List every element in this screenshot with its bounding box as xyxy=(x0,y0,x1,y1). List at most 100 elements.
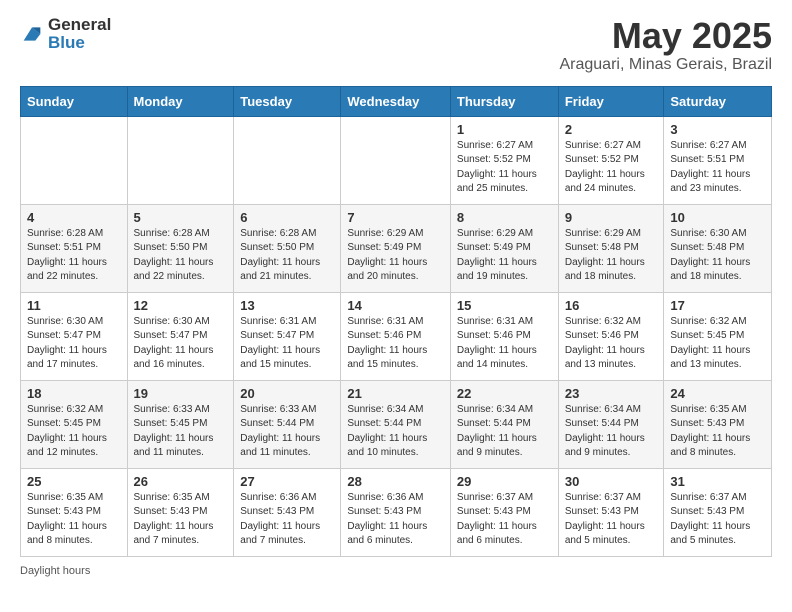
header: General Blue May 2025 Araguari, Minas Ge… xyxy=(20,16,772,74)
day-number: 19 xyxy=(134,386,228,401)
day-number: 14 xyxy=(347,298,444,313)
day-info: Sunrise: 6:29 AM Sunset: 5:49 PM Dayligh… xyxy=(457,227,552,285)
day-info: Sunrise: 6:35 AM Sunset: 5:43 PM Dayligh… xyxy=(670,403,765,461)
day-info: Sunrise: 6:34 AM Sunset: 5:44 PM Dayligh… xyxy=(565,403,658,461)
calendar-cell xyxy=(21,116,128,204)
month-title: May 2025 xyxy=(559,16,772,56)
weekday-header-sunday: Sunday xyxy=(21,86,128,116)
day-number: 20 xyxy=(240,386,334,401)
day-info: Sunrise: 6:29 AM Sunset: 5:49 PM Dayligh… xyxy=(347,227,444,285)
calendar-cell: 25 Sunrise: 6:35 AM Sunset: 5:43 PM Dayli… xyxy=(21,468,128,556)
calendar-cell: 29 Sunrise: 6:37 AM Sunset: 5:43 PM Dayli… xyxy=(450,468,558,556)
calendar-cell: 1 Sunrise: 6:27 AM Sunset: 5:52 PM Daylig… xyxy=(450,116,558,204)
day-info: Sunrise: 6:27 AM Sunset: 5:51 PM Dayligh… xyxy=(670,139,765,197)
day-number: 28 xyxy=(347,474,444,489)
calendar-cell: 21Sunrise: 6:34 AM Sunset: 5:44 PM Dayli… xyxy=(341,380,451,468)
day-number: 18 xyxy=(27,386,121,401)
calendar-cell: 3 Sunrise: 6:27 AM Sunset: 5:51 PM Daylig… xyxy=(664,116,772,204)
calendar-cell: 16 Sunrise: 6:32 AM Sunset: 5:46 PM Dayli… xyxy=(558,292,664,380)
calendar-cell: 8 Sunrise: 6:29 AM Sunset: 5:49 PM Daylig… xyxy=(450,204,558,292)
calendar-cell: 14Sunrise: 6:31 AM Sunset: 5:46 PM Dayli… xyxy=(341,292,451,380)
calendar-week-row: 25 Sunrise: 6:35 AM Sunset: 5:43 PM Dayli… xyxy=(21,468,772,556)
day-number: 6 xyxy=(240,210,334,225)
day-info: Sunrise: 6:28 AM Sunset: 5:50 PM Dayligh… xyxy=(134,227,228,285)
calendar-cell: 15Sunrise: 6:31 AM Sunset: 5:46 PM Dayli… xyxy=(450,292,558,380)
day-number: 7 xyxy=(347,210,444,225)
day-number: 25 xyxy=(27,474,121,489)
day-number: 24 xyxy=(670,386,765,401)
day-info: Sunrise: 6:37 AM Sunset: 5:43 PM Dayligh… xyxy=(457,491,552,549)
day-number: 3 xyxy=(670,122,765,137)
calendar-cell xyxy=(341,116,451,204)
day-number: 9 xyxy=(565,210,658,225)
logo-text-general: General xyxy=(48,15,111,34)
day-number: 17 xyxy=(670,298,765,313)
calendar-cell: 17 Sunrise: 6:32 AM Sunset: 5:45 PM Dayli… xyxy=(664,292,772,380)
calendar-cell: 7 Sunrise: 6:29 AM Sunset: 5:49 PM Daylig… xyxy=(341,204,451,292)
logo: General Blue xyxy=(20,16,111,52)
day-number: 10 xyxy=(670,210,765,225)
calendar-cell: 28Sunrise: 6:36 AM Sunset: 5:43 PM Dayli… xyxy=(341,468,451,556)
day-info: Sunrise: 6:30 AM Sunset: 5:47 PM Dayligh… xyxy=(27,315,121,373)
day-info: Sunrise: 6:30 AM Sunset: 5:48 PM Dayligh… xyxy=(670,227,765,285)
day-info: Sunrise: 6:32 AM Sunset: 5:46 PM Dayligh… xyxy=(565,315,658,373)
day-number: 8 xyxy=(457,210,552,225)
calendar-cell xyxy=(234,116,341,204)
calendar-week-row: 11 Sunrise: 6:30 AM Sunset: 5:47 PM Dayli… xyxy=(21,292,772,380)
day-info: Sunrise: 6:34 AM Sunset: 5:44 PM Dayligh… xyxy=(347,403,444,461)
calendar-cell: 10 Sunrise: 6:30 AM Sunset: 5:48 PM Dayli… xyxy=(664,204,772,292)
day-info: Sunrise: 6:29 AM Sunset: 5:48 PM Dayligh… xyxy=(565,227,658,285)
calendar-cell: 24 Sunrise: 6:35 AM Sunset: 5:43 PM Dayli… xyxy=(664,380,772,468)
calendar-cell: 11 Sunrise: 6:30 AM Sunset: 5:47 PM Dayli… xyxy=(21,292,128,380)
day-info: Sunrise: 6:34 AM Sunset: 5:44 PM Dayligh… xyxy=(457,403,552,461)
calendar-week-row: 1 Sunrise: 6:27 AM Sunset: 5:52 PM Daylig… xyxy=(21,116,772,204)
weekday-header-monday: Monday xyxy=(127,86,234,116)
day-info: Sunrise: 6:37 AM Sunset: 5:43 PM Dayligh… xyxy=(670,491,765,549)
calendar-cell: 27 Sunrise: 6:36 AM Sunset: 5:43 PM Dayli… xyxy=(234,468,341,556)
day-info: Sunrise: 6:32 AM Sunset: 5:45 PM Dayligh… xyxy=(27,403,121,461)
day-info: Sunrise: 6:33 AM Sunset: 5:45 PM Dayligh… xyxy=(134,403,228,461)
calendar-cell: 22 Sunrise: 6:34 AM Sunset: 5:44 PM Dayli… xyxy=(450,380,558,468)
day-info: Sunrise: 6:33 AM Sunset: 5:44 PM Dayligh… xyxy=(240,403,334,461)
weekday-header-row: SundayMondayTuesdayWednesdayThursdayFrid… xyxy=(21,86,772,116)
day-info: Sunrise: 6:35 AM Sunset: 5:43 PM Dayligh… xyxy=(27,491,121,549)
day-number: 12 xyxy=(134,298,228,313)
calendar-week-row: 4 Sunrise: 6:28 AM Sunset: 5:51 PM Daylig… xyxy=(21,204,772,292)
calendar-cell: 12 Sunrise: 6:30 AM Sunset: 5:47 PM Dayli… xyxy=(127,292,234,380)
calendar-cell: 5 Sunrise: 6:28 AM Sunset: 5:50 PM Daylig… xyxy=(127,204,234,292)
day-number: 11 xyxy=(27,298,121,313)
day-info: Sunrise: 6:28 AM Sunset: 5:50 PM Dayligh… xyxy=(240,227,334,285)
day-info: Sunrise: 6:27 AM Sunset: 5:52 PM Dayligh… xyxy=(565,139,658,197)
day-info: Sunrise: 6:31 AM Sunset: 5:46 PM Dayligh… xyxy=(457,315,552,373)
day-number: 1 xyxy=(457,122,552,137)
day-info: Sunrise: 6:27 AM Sunset: 5:52 PM Dayligh… xyxy=(457,139,552,197)
calendar-cell: 13 Sunrise: 6:31 AM Sunset: 5:47 PM Dayli… xyxy=(234,292,341,380)
day-info: Sunrise: 6:28 AM Sunset: 5:51 PM Dayligh… xyxy=(27,227,121,285)
weekday-header-thursday: Thursday xyxy=(450,86,558,116)
weekday-header-tuesday: Tuesday xyxy=(234,86,341,116)
calendar-cell: 4 Sunrise: 6:28 AM Sunset: 5:51 PM Daylig… xyxy=(21,204,128,292)
day-info: Sunrise: 6:30 AM Sunset: 5:47 PM Dayligh… xyxy=(134,315,228,373)
day-info: Sunrise: 6:37 AM Sunset: 5:43 PM Dayligh… xyxy=(565,491,658,549)
day-number: 22 xyxy=(457,386,552,401)
calendar-cell: 23 Sunrise: 6:34 AM Sunset: 5:44 PM Dayli… xyxy=(558,380,664,468)
calendar-cell: 18 Sunrise: 6:32 AM Sunset: 5:45 PM Dayli… xyxy=(21,380,128,468)
day-number: 5 xyxy=(134,210,228,225)
day-number: 29 xyxy=(457,474,552,489)
calendar-cell xyxy=(127,116,234,204)
day-number: 16 xyxy=(565,298,658,313)
day-info: Sunrise: 6:36 AM Sunset: 5:43 PM Dayligh… xyxy=(240,491,334,549)
calendar-cell: 26Sunrise: 6:35 AM Sunset: 5:43 PM Dayli… xyxy=(127,468,234,556)
day-number: 27 xyxy=(240,474,334,489)
day-number: 23 xyxy=(565,386,658,401)
day-info: Sunrise: 6:31 AM Sunset: 5:47 PM Dayligh… xyxy=(240,315,334,373)
day-info: Sunrise: 6:32 AM Sunset: 5:45 PM Dayligh… xyxy=(670,315,765,373)
weekday-header-saturday: Saturday xyxy=(664,86,772,116)
logo-text-blue: Blue xyxy=(48,33,85,52)
calendar-cell: 9 Sunrise: 6:29 AM Sunset: 5:48 PM Daylig… xyxy=(558,204,664,292)
calendar-cell: 2Sunrise: 6:27 AM Sunset: 5:52 PM Daylig… xyxy=(558,116,664,204)
day-number: 4 xyxy=(27,210,121,225)
day-number: 13 xyxy=(240,298,334,313)
day-number: 26 xyxy=(134,474,228,489)
title-section: May 2025 Araguari, Minas Gerais, Brazil xyxy=(559,16,772,74)
